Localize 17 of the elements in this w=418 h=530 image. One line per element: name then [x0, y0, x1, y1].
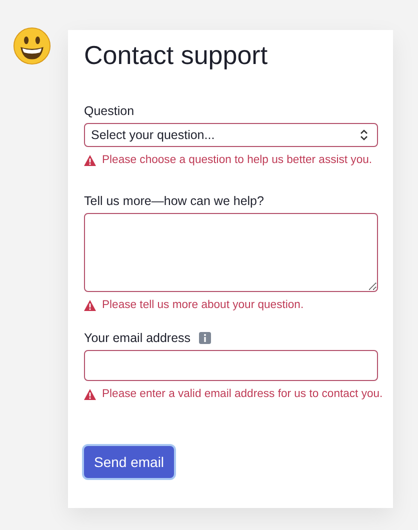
field-label: Question [84, 104, 134, 118]
error-message: Please enter a valid email address for us to contact you. [102, 388, 383, 400]
question-select[interactable]: Select your question... [84, 123, 378, 147]
warning-icon [84, 300, 96, 310]
send-email-button[interactable]: Send email [84, 446, 174, 478]
page-title: Contact support [84, 40, 269, 70]
chevron-up-down-icon [359, 129, 369, 141]
email-field[interactable] [84, 350, 378, 381]
message-field[interactable] [84, 213, 378, 292]
field-label: Your email address [84, 331, 191, 345]
smiley-icon [13, 27, 51, 65]
warning-icon [84, 154, 96, 166]
warning-icon [84, 388, 96, 400]
info-icon[interactable] [198, 332, 211, 344]
field-label: Tell us more—how can we help? [84, 194, 264, 208]
error-message: Please choose a question to help us better assist you. [102, 154, 372, 166]
error-message: Please tell us more about your question. [102, 299, 304, 311]
